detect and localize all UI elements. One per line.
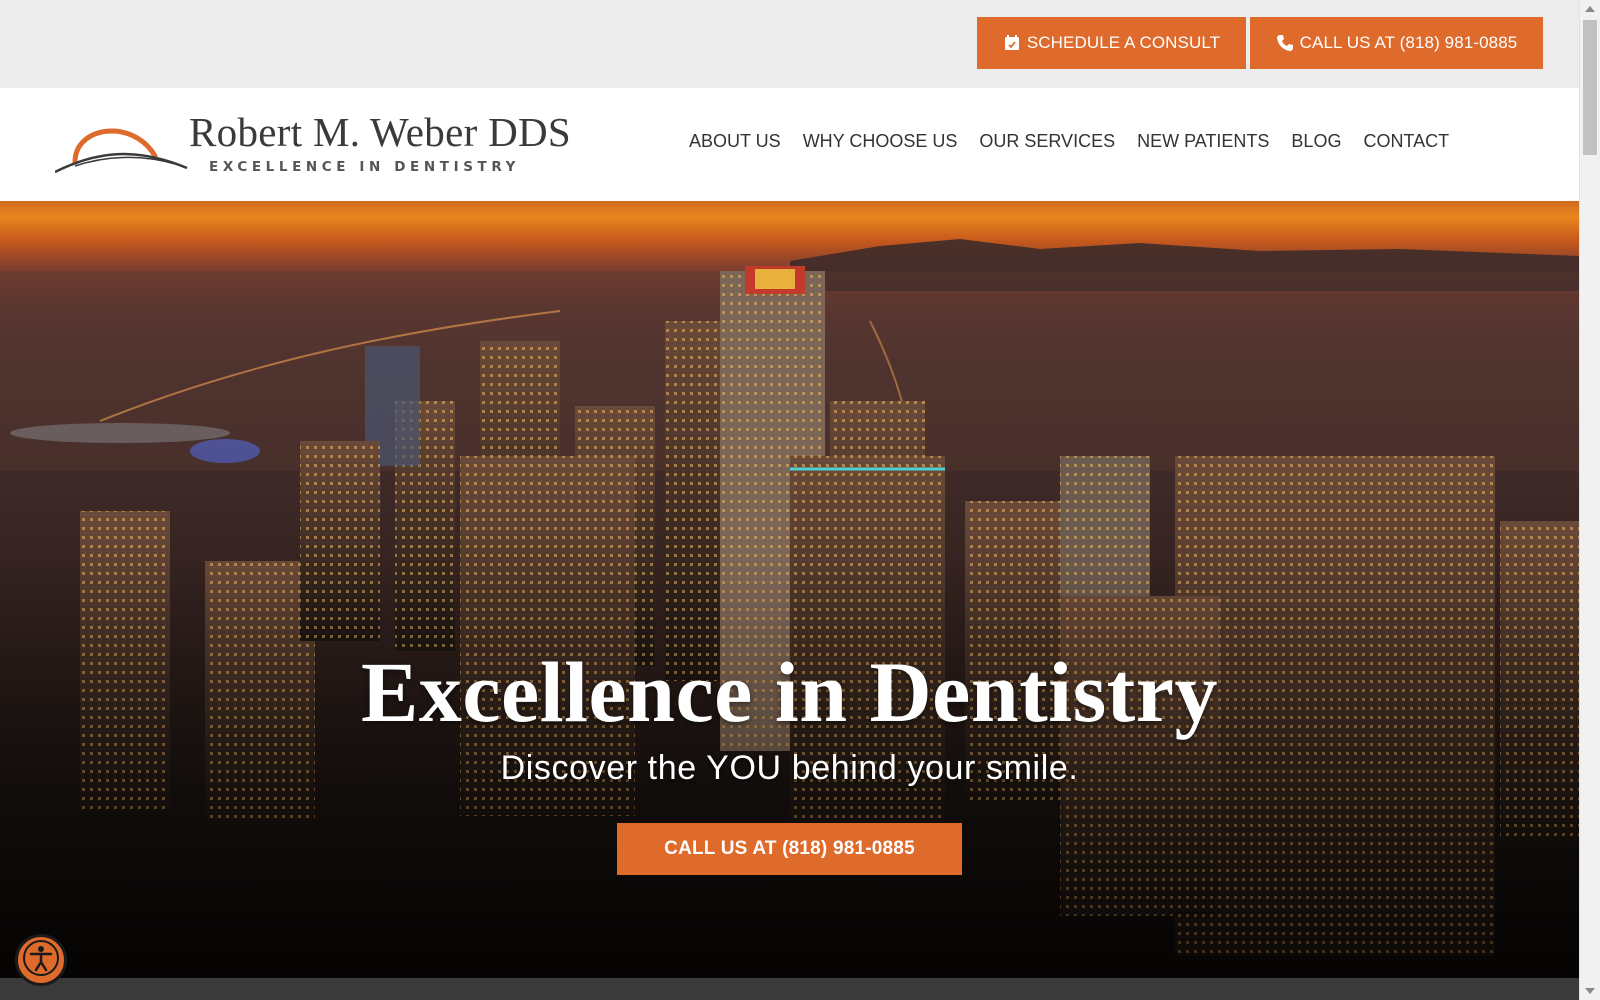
scrollbar-thumb[interactable] bbox=[1583, 20, 1597, 155]
next-section-edge bbox=[0, 978, 1579, 1000]
nav-item-new-patients[interactable]: NEW PATIENTS bbox=[1126, 131, 1280, 152]
main-navigation: ABOUT US WHY CHOOSE US OUR SERVICES NEW … bbox=[678, 131, 1460, 152]
nav-item-blog[interactable]: BLOG bbox=[1280, 131, 1352, 152]
schedule-consult-label: SCHEDULE A CONSULT bbox=[1026, 33, 1221, 52]
logo-tagline: EXCELLENCE IN DENTISTRY bbox=[209, 159, 520, 175]
nav-item-contact[interactable]: CONTACT bbox=[1352, 131, 1460, 152]
call-us-hero-button[interactable]: CALL US AT (818) 981-0885 bbox=[617, 823, 962, 875]
logo-name: Robert M. Weber DDS bbox=[189, 109, 571, 155]
page-scrollbar[interactable] bbox=[1579, 0, 1600, 1000]
site-logo[interactable]: Robert M. Weber DDS EXCELLENCE IN DENTIS… bbox=[54, 108, 615, 188]
scroll-down-arrow-icon[interactable] bbox=[1585, 988, 1595, 994]
nav-item-why-choose-us[interactable]: WHY CHOOSE US bbox=[792, 131, 969, 152]
scroll-up-arrow-icon[interactable] bbox=[1585, 6, 1595, 12]
phone-icon bbox=[1276, 34, 1294, 52]
hero-title: Excellence in Dentistry bbox=[361, 644, 1218, 740]
call-us-top-label: CALL US AT (818) 981-0885 bbox=[1299, 33, 1518, 52]
sunrise-arc-icon bbox=[54, 116, 190, 181]
call-us-top-button[interactable]: CALL US AT (818) 981-0885 bbox=[1250, 17, 1543, 69]
accessibility-icon bbox=[21, 938, 61, 983]
hero-subtitle: Discover the YOU behind your smile. bbox=[500, 749, 1079, 787]
hero-section: Excellence in Dentistry Discover the YOU… bbox=[0, 201, 1579, 978]
accessibility-button[interactable] bbox=[15, 934, 67, 986]
schedule-consult-button[interactable]: SCHEDULE A CONSULT bbox=[977, 17, 1246, 69]
nav-item-about-us[interactable]: ABOUT US bbox=[678, 131, 792, 152]
top-utility-bar: SCHEDULE A CONSULT CALL US AT (818) 981-… bbox=[0, 0, 1579, 88]
nav-item-our-services[interactable]: OUR SERVICES bbox=[968, 131, 1126, 152]
site-header: Robert M. Weber DDS EXCELLENCE IN DENTIS… bbox=[0, 88, 1579, 201]
calendar-icon bbox=[1003, 34, 1021, 52]
